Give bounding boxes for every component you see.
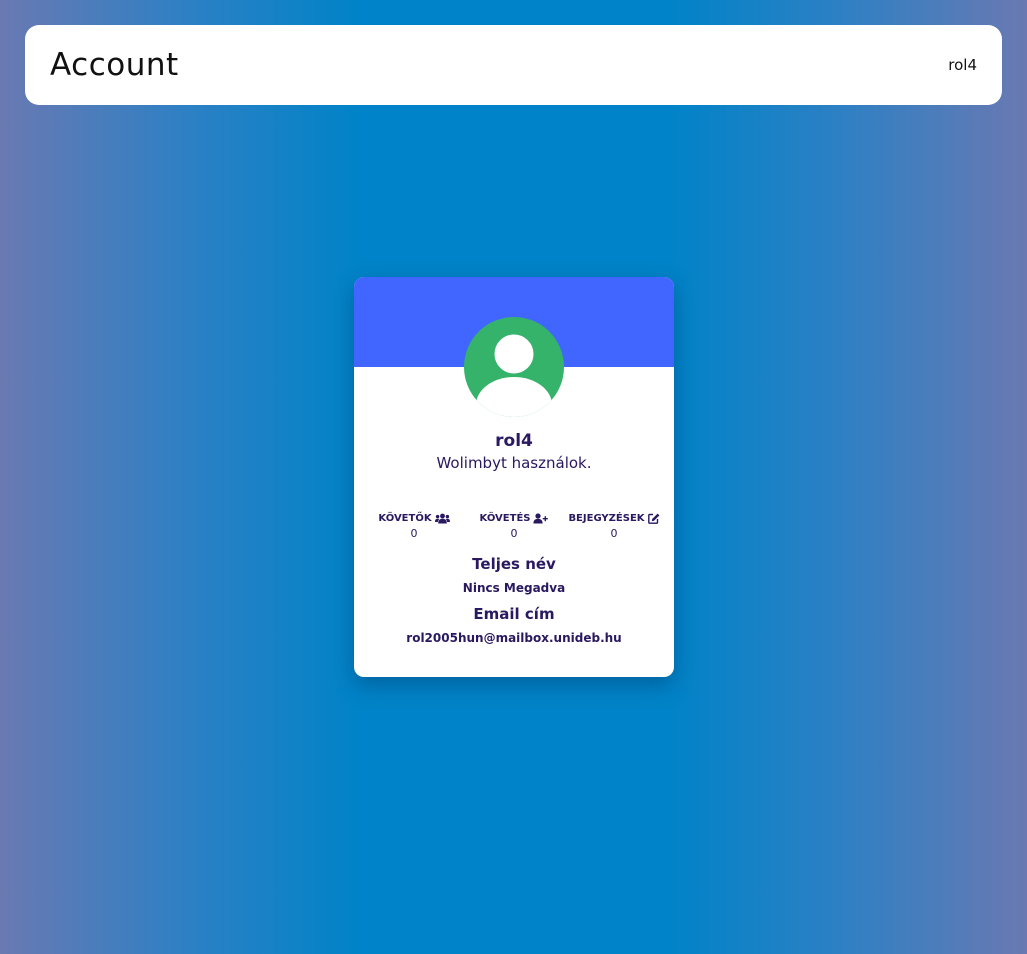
edit-icon — [647, 513, 659, 524]
avatar — [464, 317, 564, 417]
page-title: Account — [50, 47, 179, 83]
stat-label: KÖVETŐK — [378, 513, 432, 524]
stat-followers[interactable]: KÖVETŐK 0 — [364, 506, 464, 540]
full-name-heading: Teljes név — [472, 555, 556, 573]
stat-value: 0 — [610, 527, 618, 540]
full-name-value: Nincs Megadva — [462, 581, 566, 595]
stat-value: 0 — [510, 527, 518, 540]
profile-username: rol4 — [495, 431, 533, 451]
profile-stats: KÖVETŐK 0 KÖVETÉS 0 BEJEGYZÉSEK 0 — [364, 506, 664, 540]
user-silhouette-icon — [476, 331, 552, 417]
stat-following[interactable]: KÖVETÉS 0 — [464, 506, 564, 540]
stat-value: 0 — [410, 527, 418, 540]
stat-posts[interactable]: BEJEGYZÉSEK 0 — [564, 506, 664, 540]
email-value: rol2005hun@mailbox.unideb.hu — [406, 631, 622, 645]
users-icon — [434, 513, 450, 524]
profile-bio: Wolimbyt használok. — [436, 454, 592, 472]
stat-label: KÖVETÉS — [479, 513, 531, 524]
stat-label: BEJEGYZÉSEK — [568, 513, 645, 524]
profile-card: rol4 Wolimbyt használok. KÖVETŐK 0 KÖVET… — [354, 277, 674, 677]
user-plus-icon — [533, 513, 549, 524]
nav-username-link[interactable]: rol4 — [948, 56, 977, 74]
top-navbar: Account rol4 — [25, 25, 1002, 105]
email-heading: Email cím — [473, 605, 555, 623]
